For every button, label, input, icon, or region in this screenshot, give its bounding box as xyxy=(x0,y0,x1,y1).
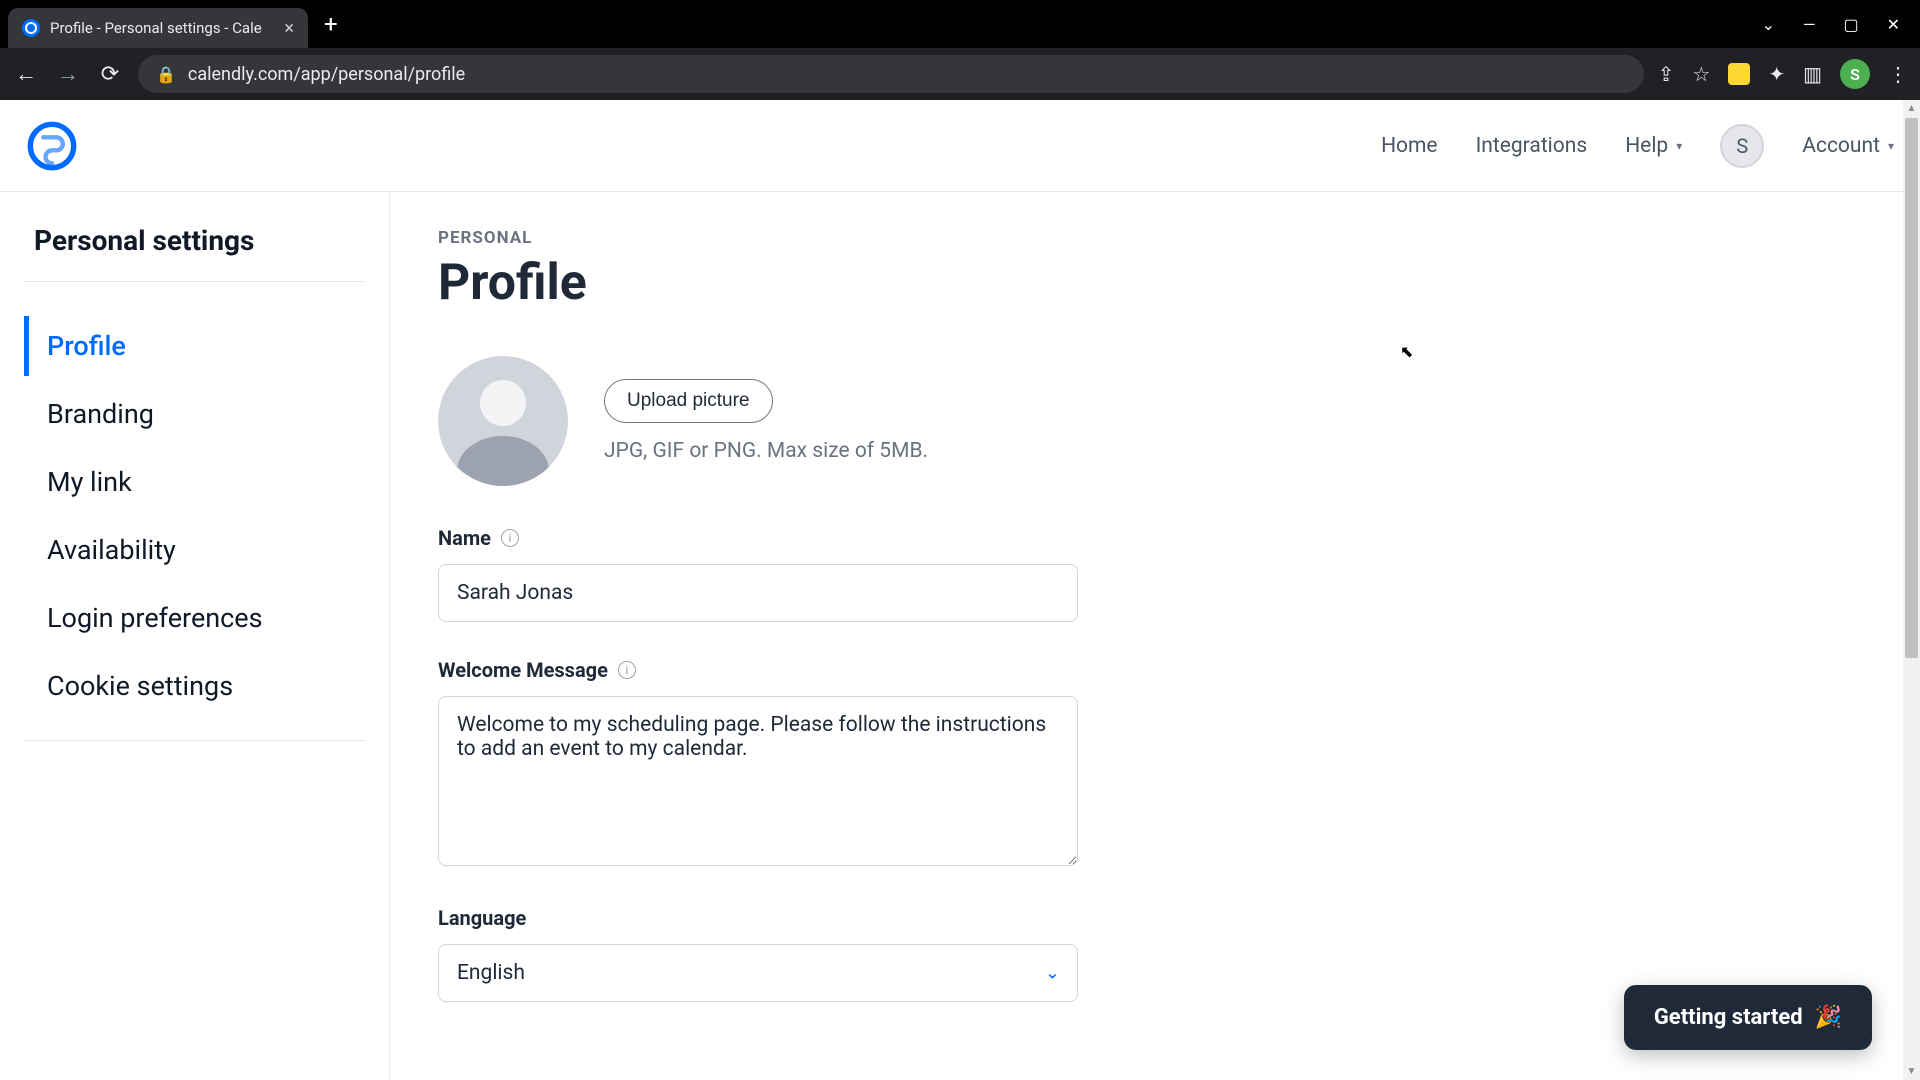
reload-icon[interactable]: ⟳ xyxy=(96,62,124,87)
scroll-down-icon[interactable]: ▼ xyxy=(1903,1063,1920,1080)
window-controls: ⌄ — ▢ ✕ xyxy=(1762,15,1912,34)
avatar-placeholder-icon xyxy=(438,356,568,486)
kebab-menu-icon[interactable]: ⋮ xyxy=(1888,62,1908,86)
close-window-icon[interactable]: ✕ xyxy=(1887,15,1900,34)
sidebar-title: Personal settings xyxy=(24,224,365,282)
forward-icon[interactable]: → xyxy=(54,61,82,87)
nav-account-label: Account xyxy=(1802,134,1880,158)
tab-bar: Profile - Personal settings - Cale × + ⌄… xyxy=(0,0,1920,48)
nav-help[interactable]: Help ▾ xyxy=(1625,134,1682,158)
bookmark-icon[interactable]: ☆ xyxy=(1692,62,1710,86)
sidebar-divider xyxy=(24,740,365,741)
app-body: Personal settings Profile Branding My li… xyxy=(0,192,1920,1080)
avatar-upload-row: Upload picture JPG, GIF or PNG. Max size… xyxy=(438,356,1872,486)
extensions-icon[interactable]: ✦ xyxy=(1768,62,1785,86)
welcome-label: Welcome Message xyxy=(438,658,608,682)
address-bar: ← → ⟳ 🔒 calendly.com/app/personal/profil… xyxy=(0,48,1920,100)
nav-help-label: Help xyxy=(1625,134,1668,158)
sidebar-item-profile[interactable]: Profile xyxy=(24,316,365,376)
new-tab-button[interactable]: + xyxy=(324,10,338,38)
app-nav: Home Integrations Help ▾ S Account ▾ xyxy=(1381,124,1894,168)
app-header: Home Integrations Help ▾ S Account ▾ xyxy=(0,100,1920,192)
party-popper-icon: 🎉 xyxy=(1815,1005,1842,1030)
close-tab-icon[interactable]: × xyxy=(284,18,294,39)
upload-picture-button[interactable]: Upload picture xyxy=(604,379,773,423)
main-content: PERSONAL Profile Upload picture JPG, GIF… xyxy=(390,192,1920,1080)
language-label: Language xyxy=(438,906,526,930)
browser-tab[interactable]: Profile - Personal settings - Cale × xyxy=(8,8,308,48)
caret-down-icon: ▾ xyxy=(1676,139,1682,153)
breadcrumb: PERSONAL xyxy=(438,228,1872,248)
nav-home[interactable]: Home xyxy=(1381,134,1438,158)
getting-started-label: Getting started xyxy=(1654,1005,1803,1030)
name-label: Name xyxy=(438,526,491,550)
lock-icon: 🔒 xyxy=(156,65,176,84)
info-icon[interactable]: i xyxy=(618,661,636,679)
sidebar: Personal settings Profile Branding My li… xyxy=(0,192,390,1080)
caret-down-icon: ▾ xyxy=(1888,139,1894,153)
page-title: Profile xyxy=(438,254,1872,312)
sidebar-item-branding[interactable]: Branding xyxy=(24,384,365,444)
pinned-extension-icon[interactable] xyxy=(1728,63,1750,85)
share-icon[interactable]: ⇪ xyxy=(1658,62,1675,86)
app-root: Home Integrations Help ▾ S Account ▾ Per… xyxy=(0,100,1920,1080)
favicon-icon xyxy=(22,19,40,37)
calendly-logo-icon[interactable] xyxy=(26,120,78,172)
browser-profile-avatar[interactable]: S xyxy=(1840,59,1870,89)
upload-hint: JPG, GIF or PNG. Max size of 5MB. xyxy=(604,439,928,463)
page-scrollbar[interactable]: ▲ ▼ xyxy=(1903,100,1920,1080)
getting-started-popup[interactable]: Getting started 🎉 xyxy=(1624,985,1872,1050)
url-input[interactable]: 🔒 calendly.com/app/personal/profile xyxy=(138,55,1644,93)
browser-toolbar: ⇪ ☆ ✦ ▥ S ⋮ xyxy=(1658,59,1908,89)
tab-title: Profile - Personal settings - Cale xyxy=(50,19,274,37)
language-select[interactable] xyxy=(438,944,1078,1002)
tab-search-icon[interactable]: ⌄ xyxy=(1762,15,1775,34)
sidepanel-icon[interactable]: ▥ xyxy=(1803,62,1822,86)
info-icon[interactable]: i xyxy=(501,529,519,547)
back-icon[interactable]: ← xyxy=(12,61,40,87)
nav-account[interactable]: Account ▾ xyxy=(1802,134,1894,158)
url-text: calendly.com/app/personal/profile xyxy=(188,64,465,85)
field-welcome-message: Welcome Message i Welcome to my scheduli… xyxy=(438,658,1078,870)
sidebar-item-cookie-settings[interactable]: Cookie settings xyxy=(24,656,365,716)
maximize-icon[interactable]: ▢ xyxy=(1843,15,1858,34)
sidebar-item-my-link[interactable]: My link xyxy=(24,452,365,512)
browser-chrome: Profile - Personal settings - Cale × + ⌄… xyxy=(0,0,1920,100)
minimize-icon[interactable]: — xyxy=(1803,15,1816,34)
nav-integrations[interactable]: Integrations xyxy=(1476,134,1588,158)
field-language: Language ⌄ xyxy=(438,906,1078,1002)
field-name: Name i xyxy=(438,526,1078,622)
sidebar-item-availability[interactable]: Availability xyxy=(24,520,365,580)
sidebar-item-login-preferences[interactable]: Login preferences xyxy=(24,588,365,648)
welcome-message-input[interactable]: Welcome to my scheduling page. Please fo… xyxy=(438,696,1078,866)
name-input[interactable] xyxy=(438,564,1078,622)
scroll-up-icon[interactable]: ▲ xyxy=(1903,100,1920,117)
scroll-thumb[interactable] xyxy=(1905,118,1918,658)
user-avatar[interactable]: S xyxy=(1720,124,1764,168)
